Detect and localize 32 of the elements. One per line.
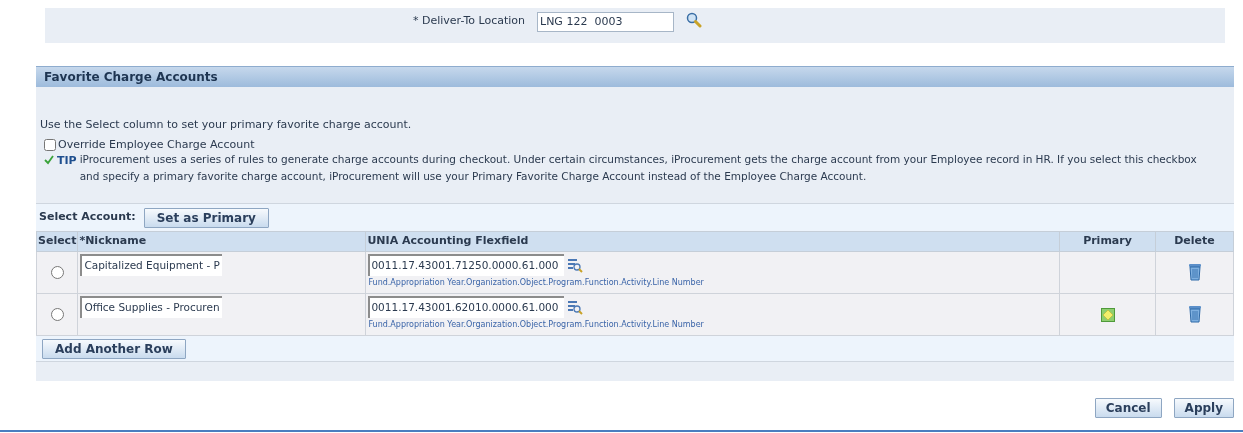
- cancel-button[interactable]: Cancel: [1094, 398, 1162, 418]
- column-header: Primary: [1059, 231, 1156, 252]
- override-checkbox[interactable]: [44, 138, 56, 151]
- column-header: *Nickname: [77, 231, 366, 252]
- trash-icon[interactable]: [1187, 262, 1202, 281]
- apply-button[interactable]: Apply: [1173, 398, 1234, 418]
- add-row-button[interactable]: Add Another Row: [42, 338, 186, 359]
- flexfield-field[interactable]: 0011.17.43001.71250.0000.61.000: [368, 254, 565, 276]
- nickname-field[interactable]: Capitalized Equipment - P: [80, 254, 222, 276]
- column-header: Select: [36, 231, 78, 252]
- list-search-icon[interactable]: [567, 299, 584, 315]
- column-header: Delete: [1155, 231, 1234, 252]
- tip-label: TIP: [57, 153, 77, 169]
- select-radio[interactable]: [50, 308, 64, 322]
- instruction-text: Use the Select column to set your primary favorite charge account.: [40, 117, 413, 133]
- input-field[interactable]: LNG 122 0003: [537, 12, 674, 32]
- column-header: UNIA Accounting Flexfield: [365, 231, 1060, 252]
- nickname-field[interactable]: Office Supplies - Procuren: [80, 296, 222, 318]
- checkbox-label: Override Employee Charge Account: [58, 136, 255, 153]
- trash-icon[interactable]: [1187, 304, 1202, 323]
- tip-text: iProcurement uses a series of rules to generate charge accounts during checkout. Under certain circumstances, iProcurement gets the charge account from your Employee record in HR. If you select this checkbox and specify a primary favorite charge account, iProcurement will use your Primary Favorite Charge Account instead of the Employee Charge Account.: [79, 152, 1198, 184]
- field-label: * Deliver-To Location: [413, 13, 525, 29]
- set-primary-button[interactable]: Set as Primary: [143, 207, 269, 228]
- flexfield-hint: Fund.Appropriation Year.Organization.Object.Program.Function.Activity.Line Number: [368, 319, 705, 331]
- flexfield-hint: Fund.Appropriation Year.Organization.Object.Program.Function.Activity.Line Number: [368, 277, 705, 289]
- select-radio[interactable]: [50, 266, 64, 280]
- flexfield-field[interactable]: 0011.17.43001.62010.0000.61.000: [368, 296, 565, 318]
- search-icon[interactable]: [686, 12, 702, 28]
- select-account-label: Select Account:: [39, 209, 136, 226]
- check-icon: [44, 155, 54, 165]
- section-header: Favorite Charge Accounts: [36, 66, 1234, 87]
- list-search-icon[interactable]: [567, 257, 584, 273]
